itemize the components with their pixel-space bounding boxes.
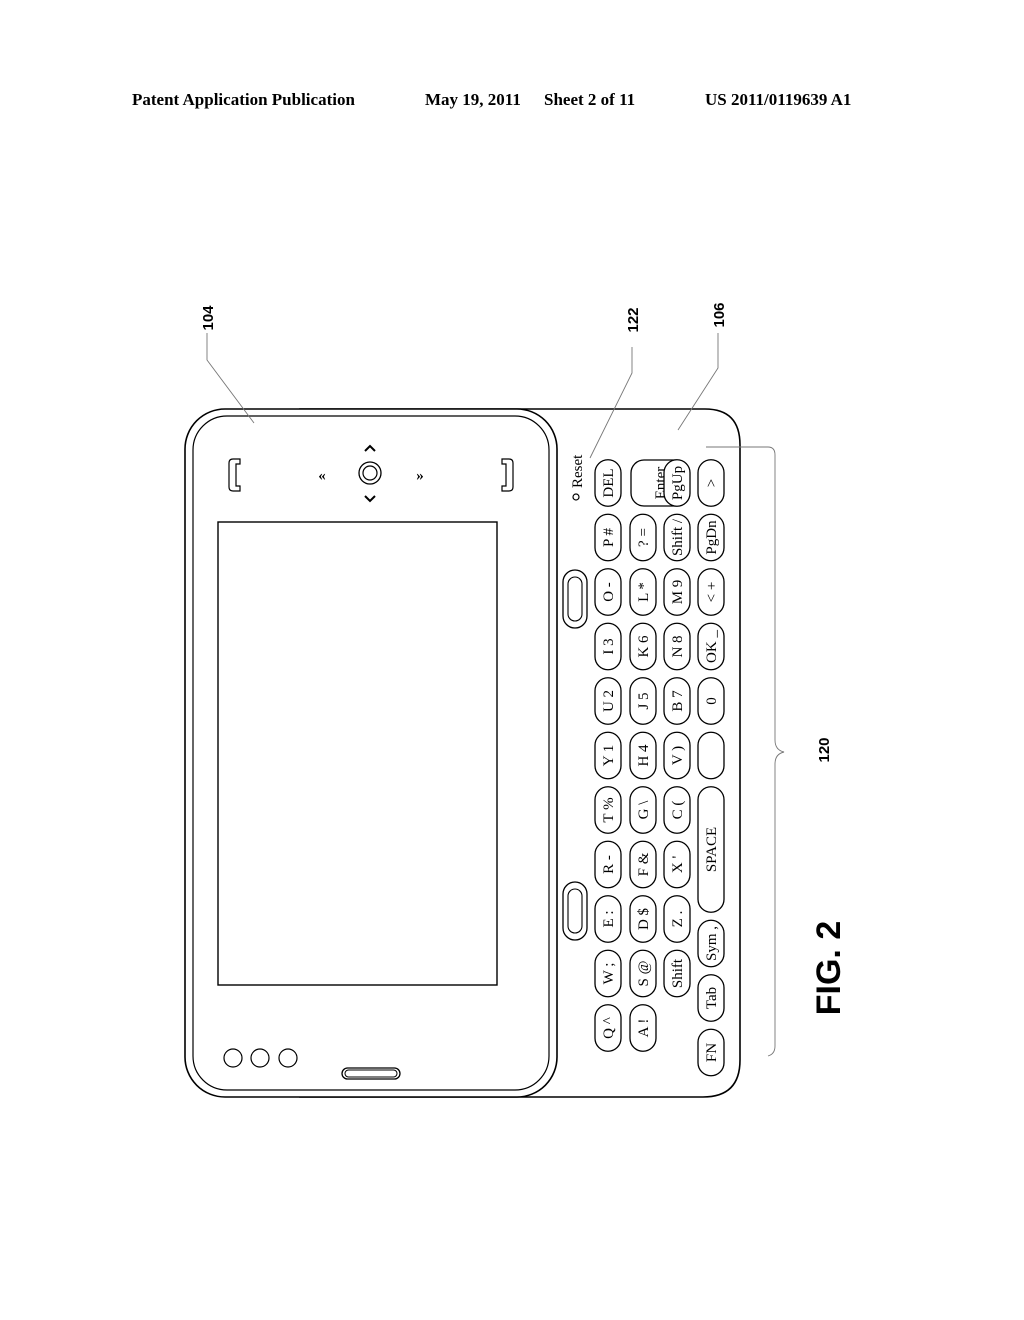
key-label: 0 — [704, 697, 720, 705]
reset-label: Reset — [570, 454, 586, 488]
key-label: Sym , — [704, 926, 720, 961]
key-label: OK _ — [704, 630, 720, 663]
key-label: D $ — [636, 907, 652, 930]
key-label: SPACE — [704, 827, 720, 872]
key-label: K 6 — [636, 635, 652, 658]
nav-left-icon[interactable]: « — [318, 468, 326, 484]
key-label: Y 1 — [601, 745, 617, 767]
key-label: U 2 — [601, 690, 617, 712]
key-label: V ) — [670, 746, 686, 765]
key-label: Shift — [670, 958, 686, 988]
key-label: Z . — [670, 911, 686, 928]
display-screen — [217, 521, 498, 986]
key-label: O - — [601, 582, 617, 602]
key-label: E : — [601, 910, 617, 927]
key-label: ? = — [636, 528, 652, 547]
key-label: F & — [636, 852, 652, 876]
ref-122: 122 — [625, 307, 642, 332]
ref-106: 106 — [711, 302, 728, 327]
key-label: Shift / — [670, 518, 686, 556]
key-label: J 5 — [636, 692, 652, 709]
key-label: FN — [704, 1043, 720, 1062]
key-label: G \ — [636, 800, 652, 820]
figure-drawing: « » Reset DEL P # O - I 3 U 2 Y 1 T % R - E : W ;… — [184, 302, 848, 1098]
key-label: A ! — [636, 1019, 652, 1038]
key-label: C ( — [670, 801, 686, 820]
key-label: H 4 — [636, 744, 652, 767]
key-label: M 9 — [670, 580, 686, 605]
key-label: DEL — [601, 468, 617, 497]
key-label: I 3 — [601, 638, 617, 654]
key-blank[interactable] — [697, 731, 725, 780]
figure-label: FIG. 2 — [810, 921, 848, 1015]
key-label: W ; — [601, 963, 617, 985]
key-label: PgDn — [704, 520, 720, 555]
key-label: Q ^ — [601, 1017, 617, 1039]
key-label: P # — [601, 527, 617, 547]
ref-104: 104 — [200, 305, 217, 331]
key-label: N 8 — [670, 635, 686, 657]
key-label: L * — [636, 582, 652, 602]
key-label: < + — [704, 582, 720, 603]
key-label: X ' — [670, 856, 686, 874]
key-label: T % — [601, 797, 617, 822]
key-label: S @ — [636, 960, 652, 986]
key-label: > — [704, 479, 720, 487]
key-label: B 7 — [670, 690, 686, 712]
ref-120: 120 — [816, 737, 833, 762]
key-label: Tab — [704, 987, 720, 1009]
nav-right-icon[interactable]: » — [416, 468, 424, 484]
key-label: R - — [601, 855, 617, 874]
key-label: PgUp — [670, 466, 686, 500]
